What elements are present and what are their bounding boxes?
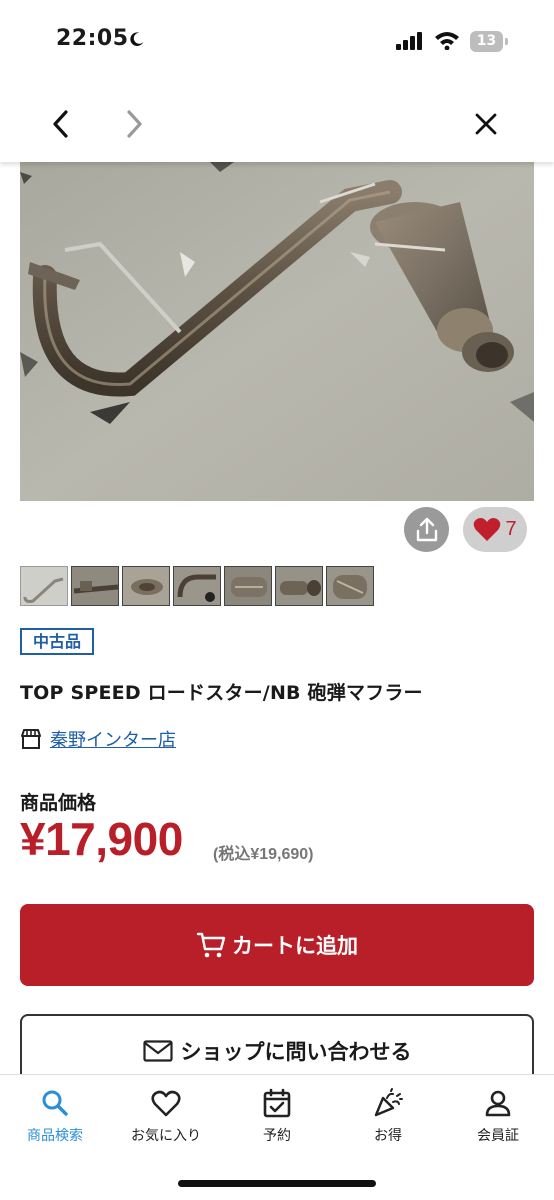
tab-label: お気に入り	[131, 1128, 201, 1144]
browser-nav-bar	[0, 84, 554, 162]
status-time: 22:05	[56, 26, 129, 51]
close-icon	[475, 113, 497, 135]
chevron-left-icon	[53, 110, 68, 138]
add-to-cart-button[interactable]: カートに追加	[20, 904, 534, 986]
thumbnail-strip	[20, 566, 374, 606]
favorite-count: 7	[505, 518, 517, 540]
price: ¥17,900	[20, 813, 183, 865]
status-bar: 22:05 13	[0, 0, 554, 84]
user-icon	[485, 1090, 511, 1117]
thumbnail[interactable]	[275, 566, 323, 606]
condition-badge: 中古品	[20, 628, 95, 655]
thumbnail[interactable]	[173, 566, 221, 606]
party-popper-icon	[374, 1088, 403, 1117]
mail-icon	[142, 1040, 173, 1062]
thumbnail[interactable]	[122, 566, 170, 606]
tab-favorites[interactable]: お気に入り	[116, 1087, 216, 1145]
tab-deals[interactable]: お得	[338, 1087, 438, 1145]
tab-label: お得	[374, 1128, 402, 1144]
tab-search[interactable]: 商品検索	[5, 1087, 105, 1145]
product-title: TOP SPEED ロードスター/NB 砲弾マフラー	[20, 682, 423, 704]
cart-icon	[196, 932, 226, 958]
share-icon	[416, 517, 437, 541]
heart-icon	[151, 1090, 181, 1116]
home-indicator[interactable]	[178, 1180, 376, 1187]
tab-reservation[interactable]: 予約	[227, 1087, 327, 1145]
favorite-button[interactable]: 7	[463, 507, 527, 552]
chevron-right-icon	[127, 110, 142, 138]
tab-label: 予約	[263, 1128, 291, 1144]
signal-icon	[396, 32, 422, 50]
tab-label: 商品検索	[27, 1128, 83, 1144]
product-image[interactable]	[20, 162, 534, 501]
calendar-check-icon	[263, 1088, 291, 1118]
thumbnail[interactable]	[71, 566, 119, 606]
store-icon	[21, 729, 41, 749]
moon-icon	[130, 32, 144, 47]
tab-membership[interactable]: 会員証	[448, 1087, 548, 1145]
close-button[interactable]	[466, 104, 506, 144]
add-to-cart-label: カートに追加	[232, 934, 358, 958]
thumbnail[interactable]	[20, 566, 68, 606]
battery-level: 13	[476, 33, 497, 49]
back-button[interactable]	[40, 104, 80, 144]
search-icon	[42, 1090, 68, 1116]
thumbnail[interactable]	[326, 566, 374, 606]
battery-indicator: 13	[470, 31, 508, 52]
muffler-photo	[20, 162, 534, 501]
shop-name[interactable]: 秦野インター店	[50, 726, 176, 752]
price-label: 商品価格	[20, 792, 97, 814]
contact-shop-label: ショップに問い合わせる	[180, 1040, 412, 1064]
share-button[interactable]	[404, 507, 449, 552]
tab-label: 会員証	[477, 1128, 519, 1144]
forward-button[interactable]	[115, 104, 155, 144]
heart-icon	[474, 518, 501, 541]
wifi-icon	[435, 32, 459, 50]
thumbnail[interactable]	[224, 566, 272, 606]
price-with-tax: (税込¥19,690)	[213, 846, 314, 863]
shop-link[interactable]: 秦野インター店	[20, 726, 176, 752]
